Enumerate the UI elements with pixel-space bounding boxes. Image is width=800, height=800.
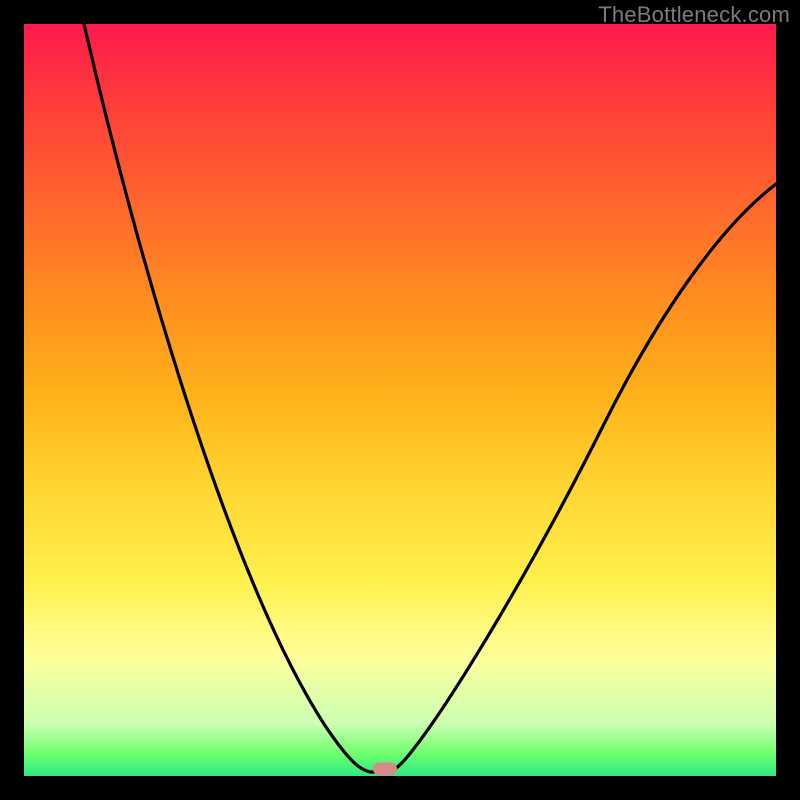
chart-plot-area [24, 24, 776, 776]
curve-path [84, 24, 776, 772]
chart-frame: TheBottleneck.com [0, 0, 800, 800]
bottleneck-curve [24, 24, 776, 776]
optimal-point-marker [373, 763, 397, 776]
attribution-text: TheBottleneck.com [598, 2, 790, 28]
